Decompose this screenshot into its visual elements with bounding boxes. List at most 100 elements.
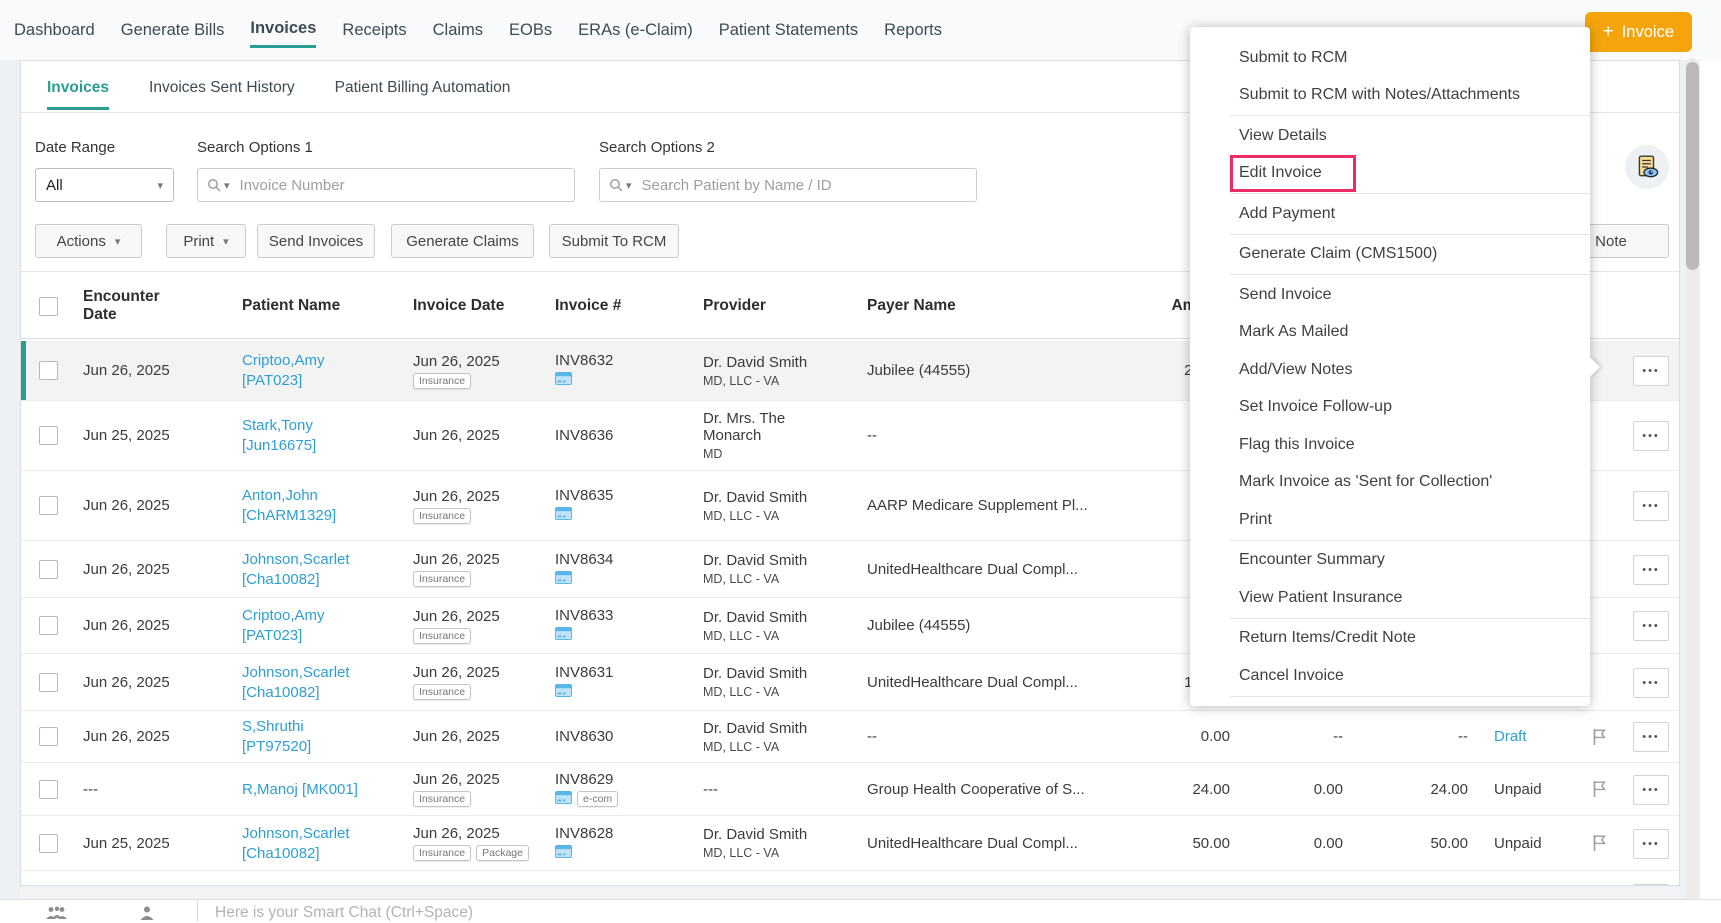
row-checkbox[interactable] [39, 496, 58, 515]
patient-id-link[interactable]: [Cha10082] [242, 571, 407, 588]
menu-item-add-view-notes[interactable]: Add/View Notes [1190, 351, 1590, 389]
row-actions-button[interactable]: ••• [1633, 356, 1669, 386]
vertical-scrollbar-thumb[interactable] [1686, 62, 1699, 270]
patient-name-link[interactable]: R,Manoj [MK001] [242, 781, 407, 798]
flag-icon[interactable] [1589, 763, 1609, 815]
nav-item-patient-statements[interactable]: Patient Statements [719, 15, 858, 46]
header-provider: Provider [703, 272, 833, 340]
menu-item-cancel-invoice[interactable]: Cancel Invoice [1190, 657, 1590, 695]
actions-button[interactable]: Actions ▾ [35, 224, 142, 258]
menu-item-mark-invoice-as-sent-for-collection[interactable]: Mark Invoice as 'Sent for Collection' [1190, 464, 1590, 502]
row-actions-button[interactable]: ••• [1633, 722, 1669, 752]
patient-search-input[interactable] [640, 176, 968, 195]
send-invoices-button[interactable]: Send Invoices [257, 224, 375, 258]
menu-item-encounter-summary[interactable]: Encounter Summary [1190, 542, 1590, 580]
row-actions-button[interactable]: ••• [1633, 555, 1669, 585]
flag-icon[interactable] [1589, 711, 1609, 762]
flag-icon[interactable] [1589, 816, 1609, 870]
nav-item-generate-bills[interactable]: Generate Bills [121, 15, 225, 46]
row-checkbox[interactable] [39, 727, 58, 746]
row-actions-button[interactable]: ••• [1633, 829, 1669, 859]
row-actions-button[interactable]: ••• [1633, 611, 1669, 641]
row-checkbox[interactable] [39, 834, 58, 853]
insurance-card-icon [555, 791, 572, 808]
patient-name-link[interactable]: Criptoo,Amy [242, 352, 407, 369]
menu-item-return-items-credit-note[interactable]: Return Items/Credit Note [1190, 620, 1590, 658]
row-select-cell [39, 471, 63, 540]
status-value[interactable]: Draft [1494, 728, 1589, 745]
select-all-cell [39, 272, 63, 340]
invoice-number-input[interactable] [238, 176, 566, 195]
row-actions-button[interactable]: ••• [1633, 884, 1669, 887]
patient-name-link[interactable]: Johnson,Scarlet [242, 551, 407, 568]
print-button[interactable]: Print ▾ [166, 224, 246, 258]
row-actions-button[interactable]: ••• [1633, 668, 1669, 698]
menu-item-view-details[interactable]: View Details [1190, 117, 1590, 155]
nav-item-claims[interactable]: Claims [433, 15, 483, 46]
patient-id-link[interactable]: [Cha10082] [242, 684, 407, 701]
menu-item-generate-claim-cms1500[interactable]: Generate Claim (CMS1500) [1190, 236, 1590, 274]
tab-patient-billing-automation[interactable]: Patient Billing Automation [335, 64, 511, 110]
menu-item-edit-invoice[interactable]: Edit Invoice [1190, 155, 1590, 193]
search-icon [206, 177, 222, 193]
patient-id-link[interactable]: [ChARM1329] [242, 507, 407, 524]
menu-item-print[interactable]: Print [1190, 501, 1590, 539]
date-range-select[interactable]: All ▾ [35, 168, 174, 202]
submit-to-rcm-label: Submit To RCM [562, 233, 667, 250]
table-row: Jun 25, 2025Johnson,Scarlet[Cha10082]Jun… [21, 816, 1679, 871]
patient-name-link[interactable]: Stark,Tony [242, 417, 407, 434]
patient-search[interactable]: ▾ [599, 168, 977, 202]
nav-item-eras-e-claim-[interactable]: ERAs (e-Claim) [578, 15, 693, 46]
menu-item-mark-as-mailed[interactable]: Mark As Mailed [1190, 314, 1590, 352]
patient-name-link[interactable]: S,Shruthi [242, 718, 407, 735]
row-checkbox[interactable] [39, 673, 58, 692]
nav-item-invoices[interactable]: Invoices [250, 13, 316, 48]
row-checkbox[interactable] [39, 560, 58, 579]
nav-item-eobs[interactable]: EOBs [509, 15, 552, 46]
encounter-date: Jun 26, 2025 [83, 362, 228, 379]
horizontal-scroll-strip[interactable] [20, 887, 1680, 899]
invoice-number-search[interactable]: ▾ [197, 168, 575, 202]
new-invoice-button[interactable]: + Invoice [1585, 12, 1692, 52]
search-icon [608, 177, 624, 193]
patient-id-link[interactable]: [PAT023] [242, 372, 407, 389]
patient-id-link[interactable]: [PT97520] [242, 738, 407, 755]
row-actions-button[interactable]: ••• [1633, 421, 1669, 451]
nav-item-reports[interactable]: Reports [884, 15, 942, 46]
nav-item-receipts[interactable]: Receipts [342, 15, 406, 46]
generate-claims-button[interactable]: Generate Claims [391, 224, 534, 258]
patient-name-cell: Johnson,Scarlet [Cha10082] [242, 654, 407, 710]
nav-item-dashboard[interactable]: Dashboard [14, 15, 95, 46]
tab-invoices[interactable]: Invoices [47, 64, 109, 110]
patient-id-link[interactable]: [Jun16675] [242, 437, 407, 454]
patient-name-link[interactable]: Criptoo,Amy [242, 607, 407, 624]
provider-suffix: MD, LLC - VA [703, 572, 823, 586]
patient-name-link[interactable]: Johnson,Scarlet [242, 664, 407, 681]
view-notes-button[interactable] [1625, 145, 1669, 189]
smart-chat-input[interactable] [213, 903, 977, 923]
menu-item-set-invoice-follow-up[interactable]: Set Invoice Follow-up [1190, 389, 1590, 427]
menu-item-send-invoice[interactable]: Send Invoice [1190, 276, 1590, 314]
patient-id-link[interactable]: [PAT023] [242, 627, 407, 644]
patient-name-link[interactable]: Johnson,Scarlet [242, 825, 407, 842]
tab-invoices-sent-history[interactable]: Invoices Sent History [149, 64, 295, 110]
row-checkbox[interactable] [39, 361, 58, 380]
select-all-checkbox[interactable] [39, 297, 58, 316]
row-checkbox[interactable] [39, 780, 58, 799]
row-actions-button[interactable]: ••• [1633, 775, 1669, 805]
patient-name-link[interactable]: Anton,John [242, 487, 407, 504]
menu-item-submit-to-rcm-with-notes-attachments[interactable]: Submit to RCM with Notes/Attachments [1190, 77, 1590, 115]
badge-insurance: Insurance [413, 845, 471, 861]
row-checkbox[interactable] [39, 426, 58, 445]
provider-suffix: MD, LLC - VA [703, 374, 823, 388]
menu-item-submit-to-rcm[interactable]: Submit to RCM [1190, 39, 1590, 77]
row-actions-button[interactable]: ••• [1633, 491, 1669, 521]
menu-item-add-payment[interactable]: Add Payment [1190, 195, 1590, 233]
row-checkbox[interactable] [39, 616, 58, 635]
menu-item-flag-this-invoice[interactable]: Flag this Invoice [1190, 426, 1590, 464]
submit-to-rcm-button[interactable]: Submit To RCM [549, 224, 679, 258]
menu-item-view-patient-insurance[interactable]: View Patient Insurance [1190, 579, 1590, 617]
invoice-number-cell: INV8634 [555, 541, 695, 597]
patient-id-link[interactable]: [Cha10082] [242, 845, 407, 862]
invoice-date-badges: Insurance [413, 791, 548, 807]
